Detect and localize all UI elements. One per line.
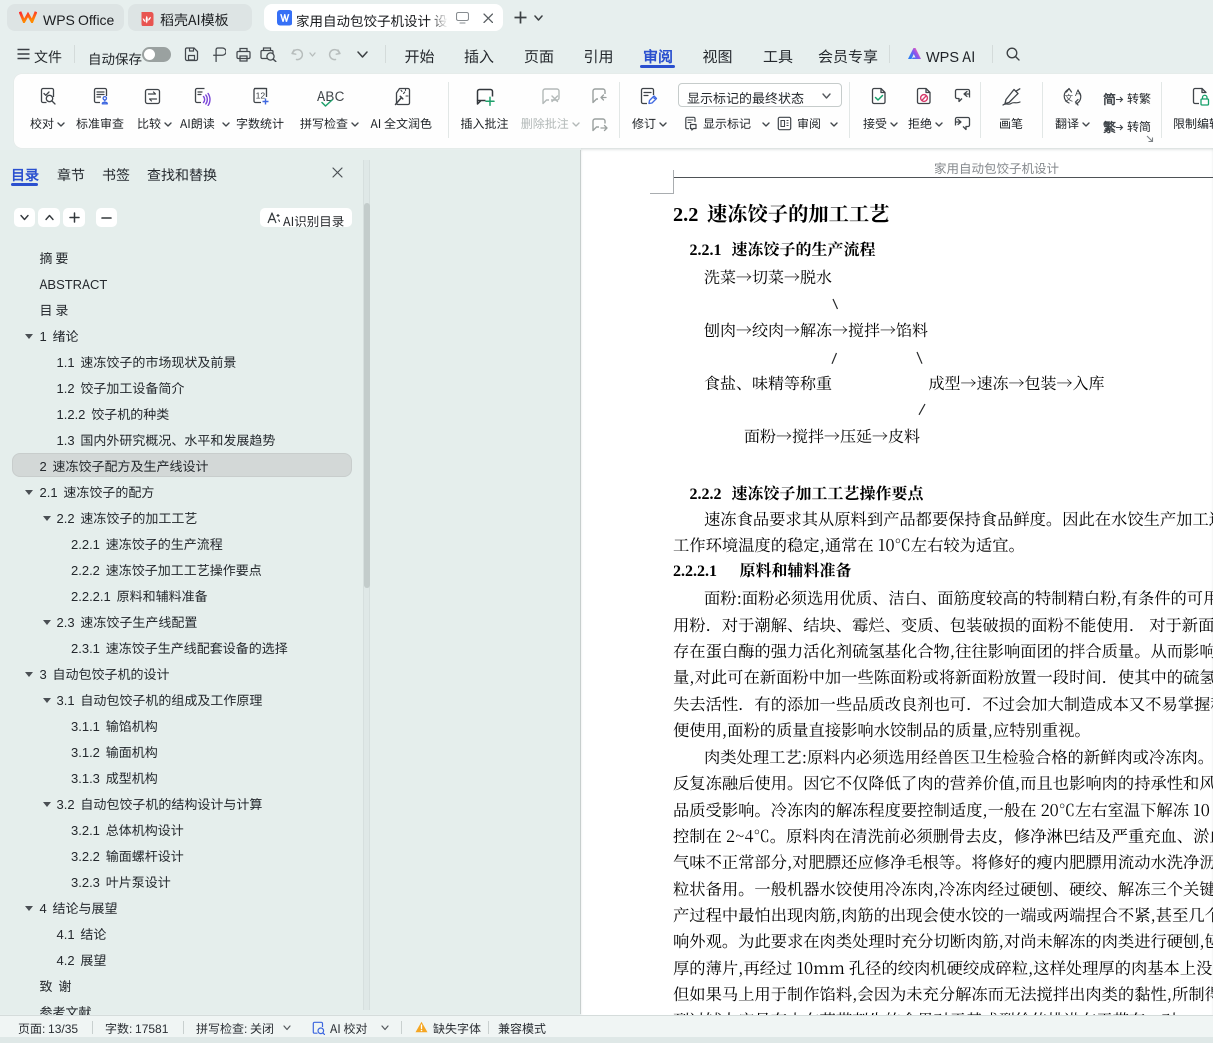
svg-text:12: 12 [256, 91, 266, 101]
svg-text:文: 文 [1065, 92, 1074, 104]
svg-text:A: A [1075, 88, 1081, 98]
